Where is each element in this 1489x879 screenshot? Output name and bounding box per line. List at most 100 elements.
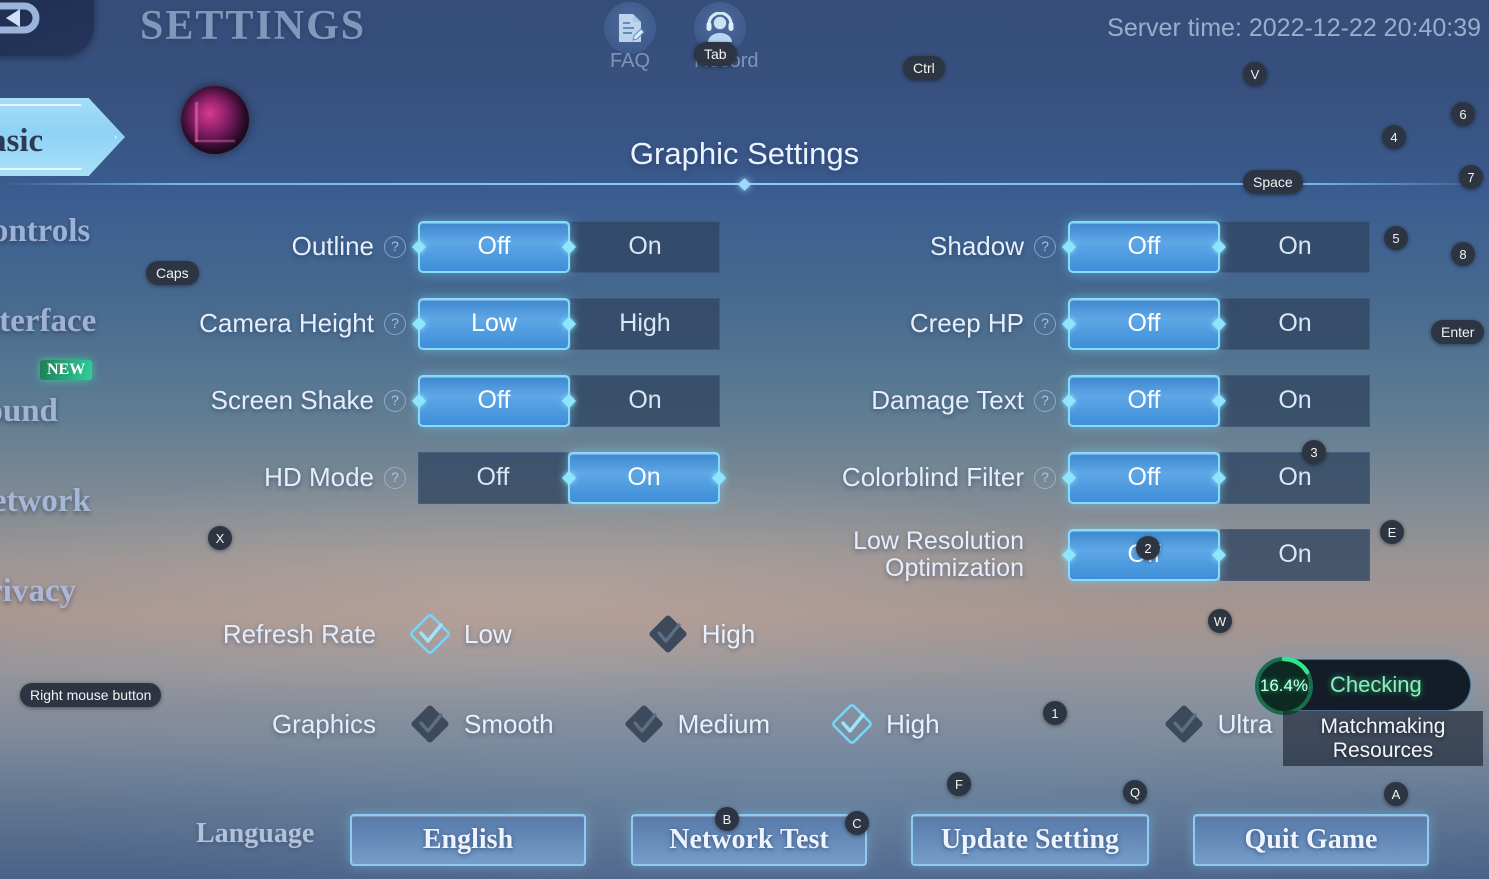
setting-row-hd-mode: HD Mode ? Off On (150, 439, 720, 516)
sidebar-item-label: Sound (0, 392, 58, 429)
toggle-shadow[interactable]: Off On (1068, 220, 1370, 273)
setting-label: Damage Text (871, 384, 1024, 415)
matchmaking-tooltip: Matchmaking Resources (1283, 711, 1483, 767)
setting-row-outline: Outline ? Off On (150, 208, 720, 285)
refresh-rate-option-low[interactable]: Low (408, 612, 512, 656)
sidebar-item-label: Privacy (0, 572, 77, 609)
question-mark-icon[interactable]: ? (1034, 466, 1056, 489)
diamond-check-unselected-icon (1162, 702, 1206, 746)
question-mark-icon[interactable]: ? (1034, 389, 1056, 412)
key-hint-1: 1 (1043, 701, 1067, 725)
sidebar-item-label: Network (0, 482, 91, 519)
graphics-option-medium[interactable]: Medium (622, 702, 770, 746)
setting-label: Low Resolution Optimization (853, 527, 1024, 582)
toggle-option-on[interactable]: On (570, 220, 720, 273)
key-hint-8: 8 (1451, 242, 1475, 266)
question-mark-icon[interactable]: ? (384, 312, 406, 335)
graphics-option-label: High (886, 708, 940, 739)
new-badge: NEW (40, 360, 93, 380)
setting-row-camera-height: Camera Height ? Low High (150, 285, 720, 362)
diamond-check-unselected-icon (622, 702, 666, 746)
sidebar-item-sound[interactable]: NEW Sound (0, 360, 130, 456)
setting-label: Outline (291, 230, 374, 261)
toggle-colorblind-filter[interactable]: Off On (1068, 451, 1370, 504)
key-hint-v: V (1243, 62, 1267, 86)
matchmaking-status-bar[interactable]: 16.4% Checking (1254, 656, 1471, 716)
key-hint-5: 5 (1384, 226, 1408, 250)
faq-icon (604, 2, 656, 54)
refresh-rate-row: Refresh Rate Low High (196, 612, 755, 656)
refresh-rate-option-high[interactable]: High (646, 612, 755, 656)
question-mark-icon[interactable]: ? (384, 389, 406, 412)
toggle-option-on[interactable]: On (1220, 451, 1370, 504)
toggle-option-off[interactable]: Off (1068, 297, 1220, 350)
back-button[interactable] (0, 0, 94, 56)
question-mark-icon[interactable]: ? (1034, 235, 1056, 258)
toggle-option-off[interactable]: Off (1068, 374, 1220, 427)
setting-row-screen-shake: Screen Shake ? Off On (150, 362, 720, 439)
toggle-option-off[interactable]: Off (418, 220, 570, 273)
toggle-camera-height[interactable]: Low High (418, 297, 720, 350)
graphics-option-label: Medium (677, 708, 771, 739)
key-hint-w: W (1208, 609, 1232, 633)
quit-game-button[interactable]: Quit Game (1193, 814, 1429, 866)
toggle-option-off[interactable]: Off (418, 374, 570, 427)
key-hint-space: Space (1243, 170, 1303, 194)
toggle-screen-shake[interactable]: Off On (418, 374, 720, 427)
sidebar-item-interface[interactable]: Interface (0, 276, 130, 366)
toggle-option-on[interactable]: On (1220, 297, 1370, 350)
toggle-hd-mode[interactable]: Off On (418, 451, 720, 504)
setting-label: Shadow (930, 230, 1024, 261)
key-hint-e: E (1380, 520, 1404, 544)
toggle-damage-text[interactable]: Off On (1068, 374, 1370, 427)
toggle-option-off[interactable]: Off (1068, 451, 1220, 504)
toggle-option-off[interactable]: Off (418, 451, 568, 504)
toggle-outline[interactable]: Off On (418, 220, 720, 273)
setting-row-shadow: Shadow ? Off On (790, 208, 1370, 285)
question-mark-icon[interactable]: ? (384, 235, 406, 258)
key-hint-ctrl: Ctrl (903, 56, 945, 80)
sidebar-item-privacy[interactable]: Privacy (0, 546, 130, 636)
update-setting-button[interactable]: Update Setting (911, 814, 1149, 866)
matchmaking-status: Checking (1330, 672, 1422, 697)
language-button[interactable]: English (350, 814, 586, 866)
key-hint-a: A (1384, 782, 1408, 806)
language-label: Language (196, 818, 315, 849)
faq-button[interactable]: FAQ (604, 2, 656, 72)
question-mark-icon[interactable]: ? (384, 466, 406, 489)
page-title: SETTINGS (140, 3, 367, 49)
graphics-option-high[interactable]: High (830, 702, 940, 746)
setting-label: Colorblind Filter (841, 461, 1024, 492)
toggle-option-on[interactable]: On (568, 451, 720, 504)
toggle-option-on[interactable]: On (570, 374, 720, 427)
setting-row-creep-hp: Creep HP ? Off On (790, 285, 1370, 362)
graphics-option-ultra[interactable]: Ultra (1162, 702, 1272, 746)
toggle-option-on[interactable]: On (1220, 220, 1370, 273)
toggle-option-on[interactable]: On (1220, 374, 1370, 427)
question-mark-icon[interactable]: ? (1034, 312, 1056, 335)
diamond-check-selected-icon (830, 702, 874, 746)
graphics-row: Graphics Smooth Medium High Ultra (196, 702, 1272, 746)
key-hint-b: B (715, 807, 739, 831)
toggle-option-off[interactable]: Off (1068, 220, 1220, 273)
refresh-rate-label: Refresh Rate (222, 618, 376, 649)
sidebar-item-controls[interactable]: Controls (0, 186, 130, 276)
setting-row-damage-text: Damage Text ? Off On (790, 362, 1370, 439)
graphics-option-smooth[interactable]: Smooth (408, 702, 554, 746)
key-hint-x: X (208, 526, 232, 550)
toggle-option-high[interactable]: High (570, 297, 720, 350)
toggle-option-on[interactable]: On (1220, 528, 1370, 581)
toggle-low-resolution-optimization[interactable]: Off On (1068, 528, 1370, 581)
matchmaking-widget[interactable]: 16.4% Checking Matchmaking Resources (1254, 656, 1483, 767)
graphics-label: Graphics (271, 708, 376, 739)
toggle-option-low[interactable]: Low (418, 297, 570, 350)
sidebar-item-network[interactable]: Network (0, 456, 130, 546)
key-hint-q: Q (1123, 780, 1147, 804)
refresh-rate-option-label: Low (464, 618, 512, 649)
network-test-button[interactable]: Network Test (631, 814, 867, 866)
graphics-option-label: Smooth (464, 708, 554, 739)
toggle-creep-hp[interactable]: Off On (1068, 297, 1370, 350)
bottom-action-bar: Language English Network Test Update Set… (0, 806, 1489, 866)
key-hint-7: 7 (1459, 165, 1483, 189)
setting-label: HD Mode (264, 461, 374, 492)
